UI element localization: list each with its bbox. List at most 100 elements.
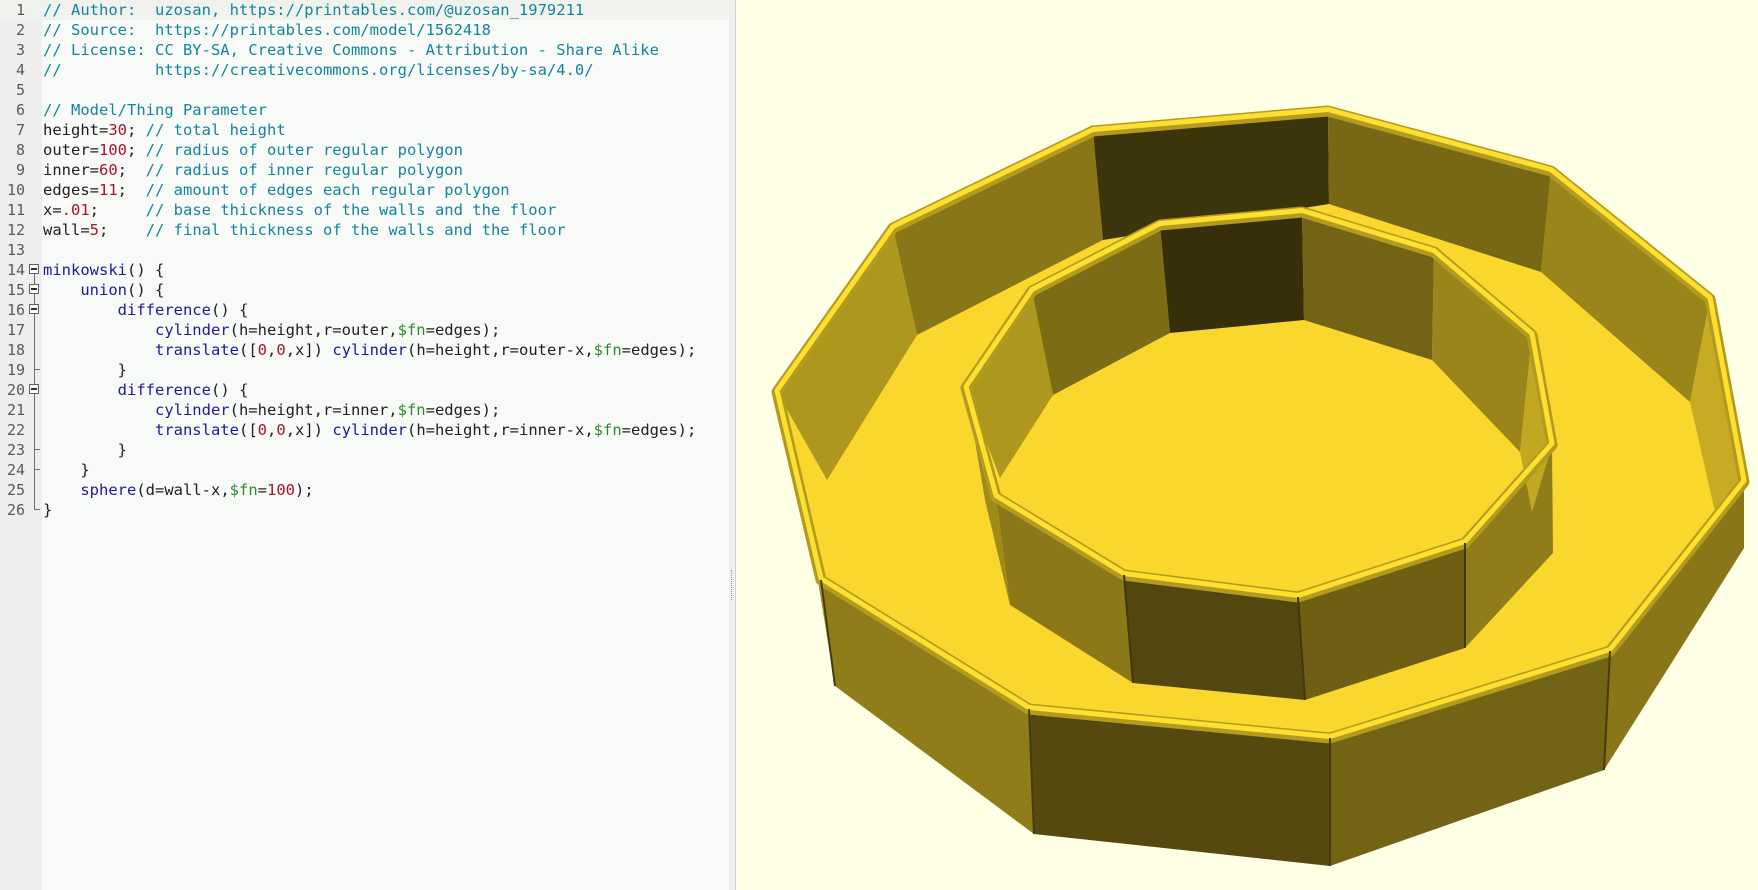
code-text: translate([0,0,x]) cylinder(h=height,r=i… [43,420,696,440]
code-text: cylinder(h=height,r=inner,$fn=edges); [43,400,500,420]
model-render [771,105,1750,866]
code-token: (h=height,r=inner, [229,401,398,419]
code-token: $fn [593,341,622,359]
code-token: 11 [99,181,118,199]
code-line[interactable]: 26} [0,500,729,520]
inner-inner-wall-face [1160,212,1304,333]
fold-toggle-icon[interactable] [29,304,39,314]
code-line[interactable]: 17 cylinder(h=height,r=outer,$fn=edges); [0,320,729,340]
code-text: } [43,440,127,460]
line-number: 7 [15,121,25,139]
openscad-window: 1 // Author: uzosan, https://printables.c… [0,0,1758,890]
code-token: union [80,281,127,299]
fold-toggle-icon[interactable] [29,284,39,294]
code-line[interactable]: 21 cylinder(h=height,r=inner,$fn=edges); [0,400,729,420]
code-token: 0 [257,421,267,439]
line-number: 26 [6,501,25,519]
code-token: $fn [397,401,426,419]
code-line[interactable]: 13 [0,240,729,260]
code-line[interactable]: 5 [0,80,729,100]
fold-guide [34,320,35,340]
code-token: (h=height,r=outer, [229,321,398,339]
line-number: 10 [6,181,25,199]
fold-toggle-icon[interactable] [29,264,39,274]
code-line[interactable]: 18 translate([0,0,x]) cylinder(h=height,… [0,340,729,360]
line-number: 22 [6,421,25,439]
line-number: 19 [6,361,25,379]
code-text: } [43,460,90,480]
code-text: union() { [43,280,164,300]
code-token: x= [43,201,62,219]
code-token: difference [117,381,211,399]
code-token: } [43,461,90,479]
line-number: 3 [15,41,25,59]
code-line[interactable]: 2 // Source: https://printables.com/model… [0,20,729,40]
fold-toggle-icon[interactable] [29,384,39,394]
code-token: =edges); [425,401,501,419]
code-text: } [43,360,127,380]
fold-guide [34,400,35,420]
code-line[interactable]: 10 edges=11; // amount of edges each regu… [0,180,729,200]
code-token: ; [89,201,146,219]
code-token: 5 [89,221,100,239]
code-token: 60 [99,161,118,179]
code-token: // Author: uzosan, https://printables.co… [43,1,585,19]
code-token: // License: CC BY-SA, Creative Commons -… [43,41,659,59]
code-line[interactable]: 22 translate([0,0,x]) cylinder(h=height,… [0,420,729,440]
code-line[interactable]: 14 minkowski() { [0,260,729,280]
code-token: () { [127,261,165,279]
code-line[interactable]: 9 inner=60; // radius of inner regular po… [0,160,729,180]
code-token: // Model/Thing Parameter [43,101,267,119]
code-line[interactable]: 7 height=30; // total height [0,120,729,140]
code-token: } [43,361,127,379]
3d-viewport[interactable] [737,0,1758,890]
code-token: // base thickness of the walls and the f… [145,201,557,219]
code-line[interactable]: 20 difference() { [0,380,729,400]
code-token: ; [117,161,146,179]
fold-end-marker [34,500,40,510]
panel-splitter[interactable] [729,0,736,890]
code-token: ; [117,181,146,199]
code-line[interactable]: 25 sphere(d=wall-x,$fn=100); [0,480,729,500]
code-token: inner= [43,161,99,179]
code-text: minkowski() { [43,260,164,280]
code-line[interactable]: 15 union() { [0,280,729,300]
code-line[interactable]: 8 outer=100; // radius of outer regular p… [0,140,729,160]
code-line[interactable]: 23 } [0,440,729,460]
code-line[interactable]: 24 } [0,460,729,480]
line-number: 8 [15,141,25,159]
line-number: 1 [15,1,25,19]
line-number: 2 [15,21,25,39]
code-token: , [267,421,277,439]
line-number: 15 [6,281,25,299]
code-token: () { [210,381,249,399]
fold-end-marker [34,440,40,450]
code-line[interactable]: 11 x=.01; // base thickness of the walls … [0,200,729,220]
code-token: // radius of inner regular polygon [145,161,463,179]
code-line[interactable]: 4 // https://creativecommons.org/licenses… [0,60,729,80]
code-lines: 1 // Author: uzosan, https://printables.c… [0,0,729,520]
code-text: cylinder(h=height,r=outer,$fn=edges); [43,320,500,340]
line-number: 17 [6,321,25,339]
code-token: sphere [80,481,137,499]
code-token: ,x]) [285,341,333,359]
code-line[interactable]: 1 // Author: uzosan, https://printables.c… [0,0,729,20]
code-line[interactable]: 3 // License: CC BY-SA, Creative Commons … [0,40,729,60]
code-editor[interactable]: 1 // Author: uzosan, https://printables.c… [0,0,730,890]
code-token: // Source: https://printables.com/model/… [43,21,491,39]
code-text: edges=11; // amount of edges each regula… [43,180,510,200]
code-line[interactable]: 16 difference() { [0,300,729,320]
code-text: inner=60; // radius of inner regular pol… [43,160,463,180]
code-token: () { [127,281,165,299]
code-token: outer= [43,141,99,159]
code-line[interactable]: 6 // Model/Thing Parameter [0,100,729,120]
code-line[interactable]: 12 wall=5; // final thickness of the wall… [0,220,729,240]
code-line[interactable]: 19 } [0,360,729,380]
code-text: difference() { [43,380,249,400]
code-text: // Source: https://printables.com/model/… [43,20,491,40]
